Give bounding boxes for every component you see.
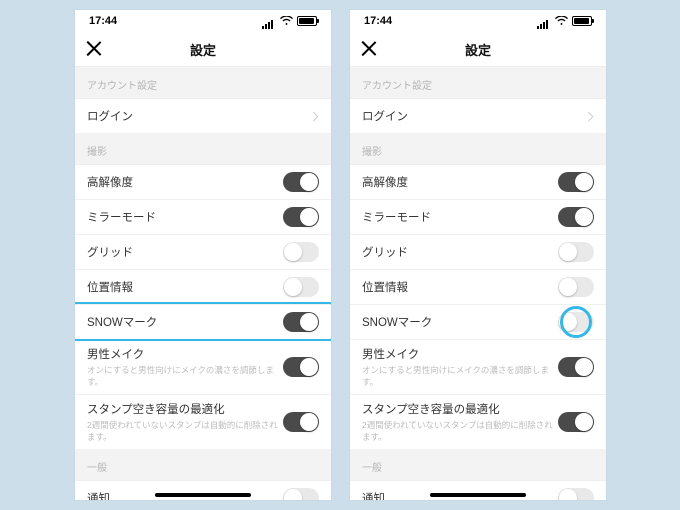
battery-icon xyxy=(297,16,317,26)
status-bar: 17:44 xyxy=(350,10,606,32)
section-header-shoot: 撮影 xyxy=(75,133,331,164)
row-mirror: ミラーモード xyxy=(75,199,331,234)
toggle-highres[interactable] xyxy=(283,172,319,192)
row-label: 位置情報 xyxy=(362,279,408,295)
status-time: 17:44 xyxy=(364,15,392,27)
row-male-makeup: 男性メイク オンにすると男性向けにメイクの濃さを調節します。 xyxy=(350,339,606,394)
row-grid: グリッド xyxy=(350,234,606,269)
status-bar: 17:44 xyxy=(75,10,331,32)
toggle-location[interactable] xyxy=(558,277,594,297)
phone-screenshot-left: 17:44 設定 アカウント設定 ログイン 撮影 高解像度 xyxy=(75,10,331,500)
status-icons xyxy=(262,16,317,26)
row-sub: 2週間使われていないスタンプは自動的に削除されます。 xyxy=(362,419,558,443)
row-label: 通知 xyxy=(87,490,110,500)
row-male-makeup: 男性メイク オンにすると男性向けにメイクの濃さを調節します。 xyxy=(75,339,331,394)
toggle-stamp-optimize[interactable] xyxy=(558,412,594,432)
row-highres: 高解像度 xyxy=(75,164,331,199)
row-snowmark: SNOWマーク xyxy=(350,304,606,339)
row-mirror: ミラーモード xyxy=(350,199,606,234)
row-notify: 通知 xyxy=(350,480,606,500)
section-header-general: 一般 xyxy=(75,449,331,480)
phone-screenshot-right: 17:44 設定 アカウント設定 ログイン 撮影 高解像度 xyxy=(350,10,606,500)
toggle-snowmark[interactable] xyxy=(283,312,319,332)
close-icon[interactable] xyxy=(85,40,103,58)
chevron-right-icon xyxy=(309,111,319,121)
row-snowmark: SNOWマーク xyxy=(75,304,331,339)
row-location: 位置情報 xyxy=(350,269,606,304)
toggle-location[interactable] xyxy=(283,277,319,297)
row-sub: オンにすると男性向けにメイクの濃さを調節します。 xyxy=(362,364,558,388)
row-sub: 2週間使われていないスタンプは自動的に削除されます。 xyxy=(87,419,283,443)
row-label: 男性メイク xyxy=(362,346,558,362)
row-label: SNOWマーク xyxy=(362,314,432,330)
row-highres: 高解像度 xyxy=(350,164,606,199)
row-label: 男性メイク xyxy=(87,346,283,362)
toggle-stamp-optimize[interactable] xyxy=(283,412,319,432)
section-header-shoot: 撮影 xyxy=(350,133,606,164)
wifi-icon xyxy=(555,16,568,26)
row-label: ログイン xyxy=(87,108,133,124)
row-label: 高解像度 xyxy=(362,174,408,190)
toggle-notify[interactable] xyxy=(558,488,594,500)
nav-header: 設定 xyxy=(350,32,606,67)
toggle-notify[interactable] xyxy=(283,488,319,500)
row-label: ミラーモード xyxy=(362,209,431,225)
status-time: 17:44 xyxy=(89,15,117,27)
toggle-grid[interactable] xyxy=(558,242,594,262)
home-indicator xyxy=(155,493,251,497)
chevron-right-icon xyxy=(584,111,594,121)
row-label: SNOWマーク xyxy=(87,314,157,330)
comparison-stage: 17:44 設定 アカウント設定 ログイン 撮影 高解像度 xyxy=(0,0,680,510)
row-label: スタンプ空き容量の最適化 xyxy=(87,401,283,417)
row-sub: オンにすると男性向けにメイクの濃さを調節します。 xyxy=(87,364,283,388)
toggle-male-makeup[interactable] xyxy=(283,357,319,377)
cellular-signal-icon xyxy=(262,17,276,26)
row-grid: グリッド xyxy=(75,234,331,269)
toggle-mirror[interactable] xyxy=(283,207,319,227)
row-label: ミラーモード xyxy=(87,209,156,225)
row-stamp-optimize: スタンプ空き容量の最適化 2週間使われていないスタンプは自動的に削除されます。 xyxy=(350,394,606,449)
page-title: 設定 xyxy=(190,40,216,59)
row-notify: 通知 xyxy=(75,480,331,500)
row-label: スタンプ空き容量の最適化 xyxy=(362,401,558,417)
row-label: 通知 xyxy=(362,490,385,500)
toggle-grid[interactable] xyxy=(283,242,319,262)
section-header-account: アカウント設定 xyxy=(75,67,331,98)
row-label: グリッド xyxy=(87,244,133,260)
toggle-mirror[interactable] xyxy=(558,207,594,227)
row-label: 位置情報 xyxy=(87,279,133,295)
toggle-snowmark[interactable] xyxy=(558,312,594,332)
home-indicator xyxy=(430,493,526,497)
cellular-signal-icon xyxy=(537,17,551,26)
wifi-icon xyxy=(280,16,293,26)
battery-icon xyxy=(572,16,592,26)
status-icons xyxy=(537,16,592,26)
row-location: 位置情報 xyxy=(75,269,331,304)
nav-header: 設定 xyxy=(75,32,331,67)
row-label: グリッド xyxy=(362,244,408,260)
toggle-male-makeup[interactable] xyxy=(558,357,594,377)
section-header-general: 一般 xyxy=(350,449,606,480)
row-stamp-optimize: スタンプ空き容量の最適化 2週間使われていないスタンプは自動的に削除されます。 xyxy=(75,394,331,449)
close-icon[interactable] xyxy=(360,40,378,58)
row-login[interactable]: ログイン xyxy=(75,98,331,133)
page-title: 設定 xyxy=(465,40,491,59)
row-login[interactable]: ログイン xyxy=(350,98,606,133)
section-header-account: アカウント設定 xyxy=(350,67,606,98)
row-label: 高解像度 xyxy=(87,174,133,190)
row-label: ログイン xyxy=(362,108,408,124)
toggle-highres[interactable] xyxy=(558,172,594,192)
